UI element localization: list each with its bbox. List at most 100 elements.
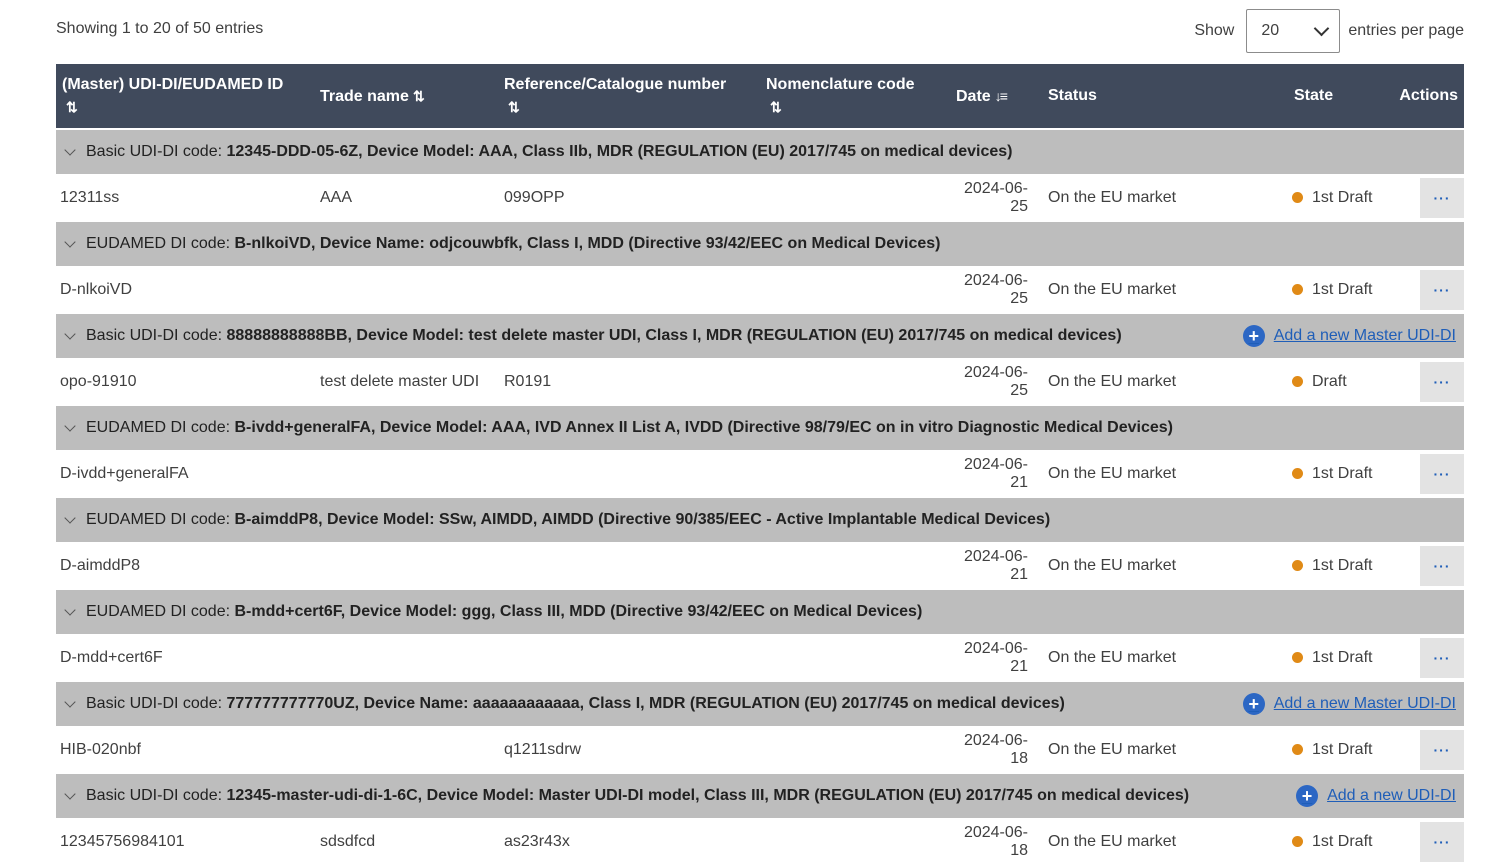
chevron-down-icon[interactable] bbox=[64, 420, 76, 432]
group-code-label: EUDAMED DI code: bbox=[86, 603, 231, 620]
plus-circle-icon: + bbox=[1296, 785, 1319, 807]
status-dot-icon bbox=[1292, 192, 1303, 204]
state-label: 1st Draft bbox=[1312, 833, 1373, 850]
group-row[interactable]: EUDAMED DI code: B-mdd+cert6F, Device Mo… bbox=[56, 588, 1464, 635]
devices-table: (Master) UDI-DI/EUDAMED ID ⇅ Trade name ⇅ … bbox=[56, 64, 1464, 864]
group-cell: EUDAMED DI code: B-aimddP8, Device Model… bbox=[56, 496, 1464, 543]
state-cell: 1st Draft bbox=[1288, 634, 1382, 681]
chevron-down-icon[interactable] bbox=[64, 604, 76, 616]
reference-cell bbox=[496, 450, 758, 497]
group-code-label: EUDAMED DI code: bbox=[86, 235, 231, 252]
page-size-select[interactable]: 20 bbox=[1246, 9, 1341, 53]
status-cell: On the EU market bbox=[1042, 358, 1288, 405]
column-header-reference[interactable]: Reference/Catalogue number ⇅ bbox=[496, 64, 758, 129]
sort-icon[interactable]: ⇅ bbox=[66, 99, 78, 115]
add-udi-link[interactable]: + Add a new Master UDI-DI bbox=[1242, 693, 1456, 715]
more-actions-button[interactable]: ··· bbox=[1420, 270, 1464, 310]
sort-icon[interactable]: ⇅ bbox=[508, 99, 520, 115]
more-actions-button[interactable]: ··· bbox=[1420, 362, 1464, 402]
more-actions-button[interactable]: ··· bbox=[1420, 178, 1464, 218]
trade-name-cell bbox=[310, 634, 496, 681]
add-udi-link[interactable]: + Add a new Master UDI-DI bbox=[1242, 325, 1456, 347]
reference-cell bbox=[496, 542, 758, 589]
page-size-control: Show 20 entries per page bbox=[1194, 8, 1464, 54]
state-label: 1st Draft bbox=[1312, 649, 1373, 666]
plus-circle-icon: + bbox=[1242, 325, 1265, 347]
chevron-down-icon[interactable] bbox=[64, 236, 76, 248]
column-label: Actions bbox=[1399, 87, 1458, 104]
status-cell: On the EU market bbox=[1042, 450, 1288, 497]
group-row[interactable]: Basic UDI-DI code: 777777777770UZ, Devic… bbox=[56, 680, 1464, 727]
actions-cell: ··· bbox=[1382, 818, 1464, 864]
more-actions-button[interactable]: ··· bbox=[1420, 546, 1464, 586]
more-actions-button[interactable]: ··· bbox=[1420, 454, 1464, 494]
add-udi-label: Add a new UDI-DI bbox=[1327, 787, 1456, 804]
status-cell: On the EU market bbox=[1042, 818, 1288, 864]
trade-name-cell: AAA bbox=[310, 174, 496, 221]
more-actions-button[interactable]: ··· bbox=[1420, 730, 1464, 770]
group-row[interactable]: EUDAMED DI code: B-nlkoiVD, Device Name:… bbox=[56, 220, 1464, 267]
group-code-label: EUDAMED DI code: bbox=[86, 511, 231, 528]
column-label: Trade name bbox=[320, 87, 409, 105]
udi-cell: D-mdd+cert6F bbox=[56, 634, 310, 681]
group-code-value: 12345-master-udi-di-1-6C, Device Model: … bbox=[226, 787, 1190, 804]
status-cell: On the EU market bbox=[1042, 266, 1288, 313]
column-header-date[interactable]: Date ↓≡ bbox=[948, 64, 1042, 129]
state-label: 1st Draft bbox=[1312, 741, 1373, 758]
table-row: 12345756984101 sdsdfcd as23r43x 2024-06-18 O… bbox=[56, 818, 1464, 864]
chevron-down-icon[interactable] bbox=[64, 696, 76, 708]
actions-cell: ··· bbox=[1382, 726, 1464, 773]
chevron-down-icon[interactable] bbox=[64, 144, 76, 156]
date-cell: 2024-06-21 bbox=[948, 542, 1042, 589]
udi-cell: HIB-020nbf bbox=[56, 726, 310, 773]
sort-icon[interactable]: ⇅ bbox=[770, 99, 782, 115]
nomenclature-cell bbox=[758, 726, 948, 773]
trade-name-cell bbox=[310, 726, 496, 773]
state-label: 1st Draft bbox=[1312, 189, 1373, 206]
group-code-value: B-ivdd+generalFA, Device Model: AAA, IVD… bbox=[234, 419, 1173, 436]
state-label: 1st Draft bbox=[1312, 465, 1373, 482]
sort-desc-icon[interactable]: ↓≡ bbox=[995, 88, 1008, 104]
actions-cell: ··· bbox=[1382, 358, 1464, 405]
state-label: 1st Draft bbox=[1312, 557, 1373, 574]
group-code-value: 12345-DDD-05-6Z, Device Model: AAA, Clas… bbox=[226, 143, 1013, 160]
entries-summary: Showing 1 to 20 of 50 entries bbox=[56, 20, 264, 37]
udi-cell: D-ivdd+generalFA bbox=[56, 450, 310, 497]
nomenclature-cell bbox=[758, 542, 948, 589]
trade-name-cell bbox=[310, 266, 496, 313]
actions-cell: ··· bbox=[1382, 174, 1464, 221]
sort-icon[interactable]: ⇅ bbox=[413, 88, 425, 104]
status-dot-icon bbox=[1292, 560, 1303, 572]
reference-cell: q1211sdrw bbox=[496, 726, 758, 773]
entries-per-page-label: entries per page bbox=[1348, 22, 1464, 39]
group-row[interactable]: EUDAMED DI code: B-ivdd+generalFA, Devic… bbox=[56, 404, 1464, 451]
add-udi-link[interactable]: + Add a new UDI-DI bbox=[1296, 785, 1456, 807]
group-code-label: EUDAMED DI code: bbox=[86, 419, 231, 436]
chevron-down-icon[interactable] bbox=[64, 512, 76, 524]
table-header-row: (Master) UDI-DI/EUDAMED ID ⇅ Trade name ⇅ … bbox=[56, 64, 1464, 129]
column-label: Reference/Catalogue number bbox=[504, 75, 727, 93]
actions-cell: ··· bbox=[1382, 450, 1464, 497]
more-actions-button[interactable]: ··· bbox=[1420, 822, 1464, 862]
status-dot-icon bbox=[1292, 284, 1303, 296]
nomenclature-cell bbox=[758, 358, 948, 405]
group-row[interactable]: EUDAMED DI code: B-aimddP8, Device Model… bbox=[56, 496, 1464, 543]
group-cell: Basic UDI-DI code: 777777777770UZ, Devic… bbox=[56, 680, 1464, 727]
group-row[interactable]: Basic UDI-DI code: 12345-DDD-05-6Z, Devi… bbox=[56, 128, 1464, 175]
actions-cell: ··· bbox=[1382, 542, 1464, 589]
group-code-value: 88888888888BB, Device Model: test delete… bbox=[226, 327, 1122, 344]
group-row[interactable]: Basic UDI-DI code: 12345-master-udi-di-1… bbox=[56, 772, 1464, 819]
column-header-nomenclature[interactable]: Nomenclature code ⇅ bbox=[758, 64, 948, 129]
column-header-trade-name[interactable]: Trade name ⇅ bbox=[310, 64, 496, 129]
status-cell: On the EU market bbox=[1042, 542, 1288, 589]
state-label: 1st Draft bbox=[1312, 281, 1373, 298]
udi-cell: opo-91910 bbox=[56, 358, 310, 405]
column-header-udi[interactable]: (Master) UDI-DI/EUDAMED ID ⇅ bbox=[56, 64, 310, 129]
chevron-down-icon[interactable] bbox=[64, 328, 76, 340]
column-label: (Master) UDI-DI/EUDAMED ID bbox=[62, 75, 284, 93]
chevron-down-icon[interactable] bbox=[64, 788, 76, 800]
group-row[interactable]: Basic UDI-DI code: 88888888888BB, Device… bbox=[56, 312, 1464, 359]
more-actions-button[interactable]: ··· bbox=[1420, 638, 1464, 678]
status-dot-icon bbox=[1292, 468, 1303, 480]
page-size-value: 20 bbox=[1261, 22, 1280, 39]
